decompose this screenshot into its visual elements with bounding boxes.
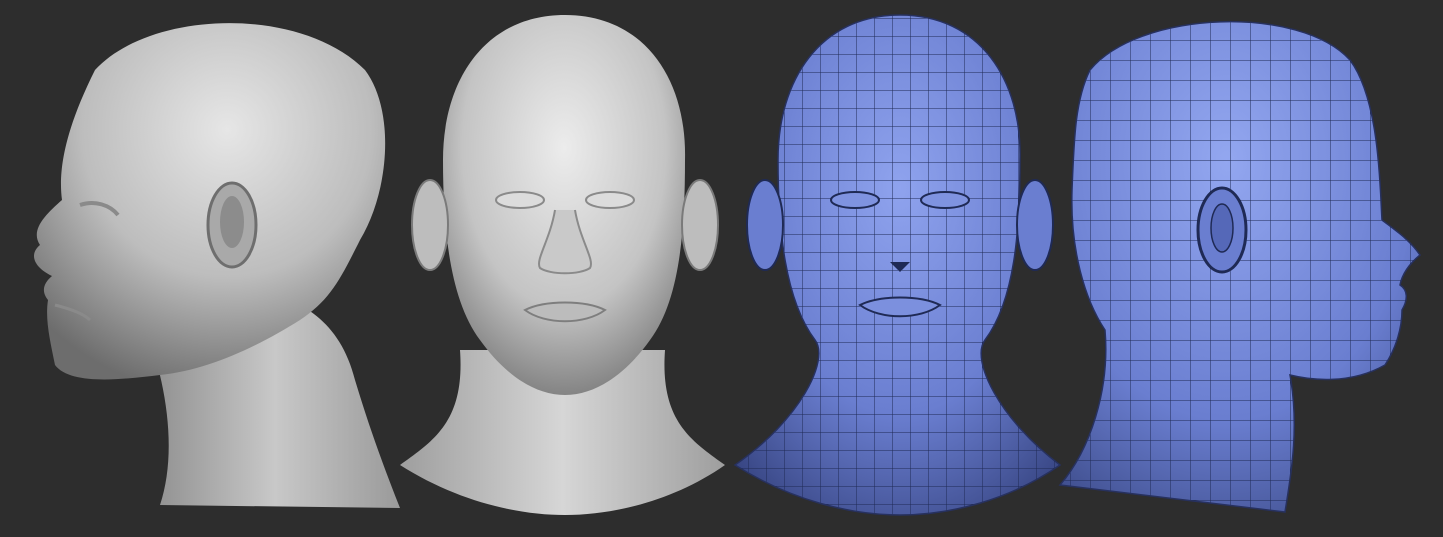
- front-clay-right-ear: [681, 179, 719, 271]
- front-wire-illustration: [733, 14, 1062, 516]
- front-clay-head: [443, 15, 686, 395]
- side-profile-clay-head: [0, 0, 410, 537]
- front-clay-head: [395, 0, 735, 537]
- front-wireframe-head: [730, 0, 1070, 537]
- front-wire-right-ear: [1016, 179, 1054, 271]
- front-clay-illustration: [400, 15, 725, 515]
- front-clay-left-eye: [495, 191, 545, 209]
- side-clay-illustration: [33, 23, 400, 508]
- side-wireframe-head: [1050, 0, 1443, 537]
- side-wire-illustration: [1058, 21, 1421, 513]
- front-clay-left-ear: [411, 179, 449, 271]
- viewport-canvas: [0, 0, 1443, 537]
- front-wire-left-ear: [746, 179, 784, 271]
- side-head-shape: [33, 23, 386, 380]
- front-clay-right-eye: [585, 191, 635, 209]
